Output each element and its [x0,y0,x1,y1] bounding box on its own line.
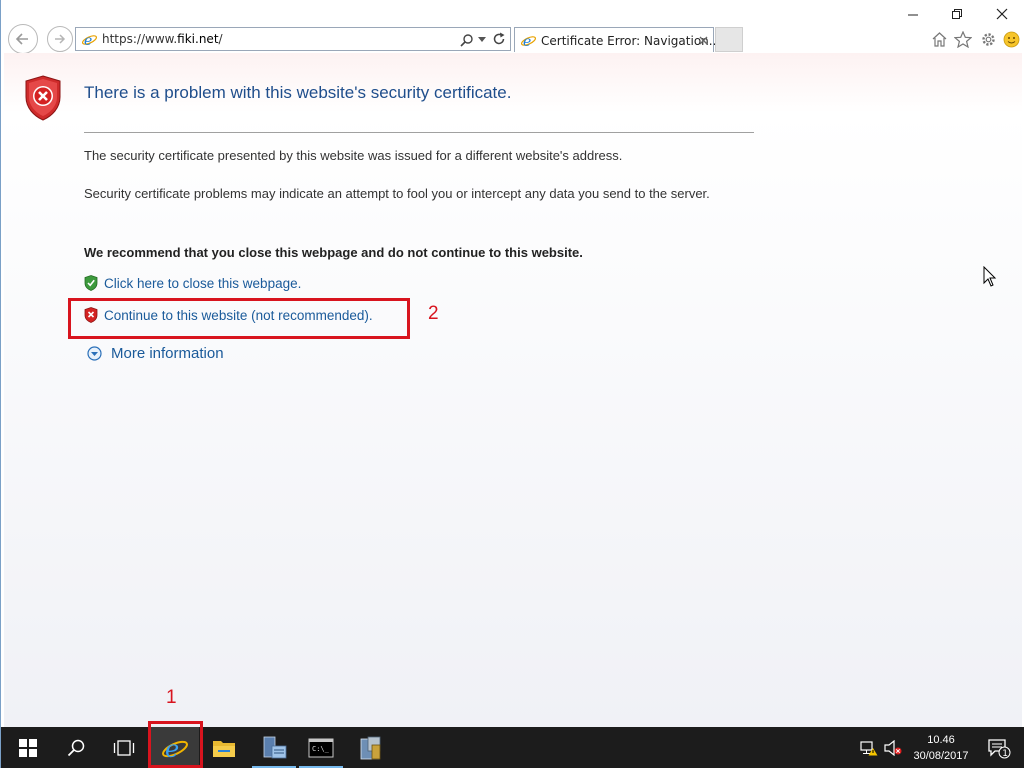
svg-text:e: e [84,33,92,48]
smiley-icon [1003,31,1019,47]
more-information-toggle[interactable]: More information [87,345,224,362]
search-icon[interactable] [460,33,474,47]
speaker-muted-icon [884,739,902,756]
tools-icon [360,736,381,759]
forward-arrow-icon [55,34,66,44]
close-window-button[interactable] [991,6,1013,22]
settings-button[interactable] [978,29,998,49]
minimize-icon [908,14,918,16]
server-manager-button[interactable] [250,727,298,768]
annotation-label-2: 2 [428,303,439,324]
green-shield-icon [84,275,98,291]
windows-start-icon [19,738,37,757]
annotation-label-1: 1 [166,687,177,708]
new-tab-button[interactable] [715,27,743,52]
file-explorer-icon [213,740,235,757]
tab-certificate-error[interactable]: e Certificate Error: Navigation... [514,27,720,52]
task-view-icon [113,739,135,756]
search-icon [67,739,85,756]
network-warning-icon [860,740,878,755]
network-tray-button[interactable] [859,727,879,768]
more-information-label[interactable]: More information [111,345,224,362]
task-view-button[interactable] [100,727,148,768]
dropdown-arrow-icon[interactable] [478,37,486,43]
chevron-down-circle-icon [87,346,102,361]
tools-button[interactable] [347,727,395,768]
svg-text:e: e [523,34,531,49]
close-webpage-link[interactable]: Click here to close this webpage. [84,275,301,291]
annotation-box-1 [148,721,203,768]
taskbar-clock[interactable]: 10.46 30/08/2017 [901,732,981,764]
divider [84,132,754,133]
clock-time: 10.46 [927,734,955,746]
notification-icon: 1 [988,738,1011,758]
server-manager-icon [263,736,287,758]
mismatch-message: The security certificate presented by th… [84,148,623,163]
ie-page-icon: e [81,33,98,48]
certificate-error-page: There is a problem with this website's s… [4,53,1022,727]
url-text: https://www.fiki.net/ [102,32,223,46]
risk-message: Security certificate problems may indica… [84,186,710,201]
forward-button[interactable] [47,26,73,52]
clock-date: 30/08/2017 [913,750,969,762]
feedback-button[interactable] [1001,29,1021,49]
mouse-cursor-icon [983,266,997,287]
browser-window: e https://www.fiki.net/ e Certificate Er… [0,0,1024,768]
favorites-button[interactable] [953,29,973,49]
page-title: There is a problem with this website's s… [84,83,512,102]
back-arrow-icon [15,33,28,45]
ie-tab-icon: e [520,34,537,49]
minimize-button[interactable] [902,6,924,22]
file-explorer-button[interactable] [200,727,248,768]
home-button[interactable] [929,29,949,49]
action-center-button[interactable]: 1 [985,727,1013,768]
back-button[interactable] [8,24,38,54]
restore-icon [952,9,962,19]
notification-count: 1 [1002,748,1008,758]
recommendation-text: We recommend that you close this webpage… [84,245,583,260]
address-bar[interactable]: e https://www.fiki.net/ [75,27,511,51]
refresh-icon[interactable] [492,32,506,46]
star-icon [954,30,972,48]
search-button[interactable] [52,727,100,768]
tab-title: Certificate Error: Navigation... [541,34,721,48]
home-icon [932,32,946,47]
close-webpage-link-text[interactable]: Click here to close this webpage. [104,276,301,291]
start-button[interactable] [4,727,52,768]
gear-icon [981,32,995,46]
command-prompt-icon: C:\_ [308,738,334,757]
command-prompt-button[interactable]: C:\_ [297,727,345,768]
restore-button[interactable] [946,6,968,22]
annotation-box-2 [68,298,410,339]
security-warning-shield-icon [25,75,61,121]
close-icon [996,8,1008,20]
close-tab-icon[interactable] [699,36,708,45]
svg-text:C:\_: C:\_ [312,745,330,753]
volume-tray-button[interactable] [883,727,903,768]
